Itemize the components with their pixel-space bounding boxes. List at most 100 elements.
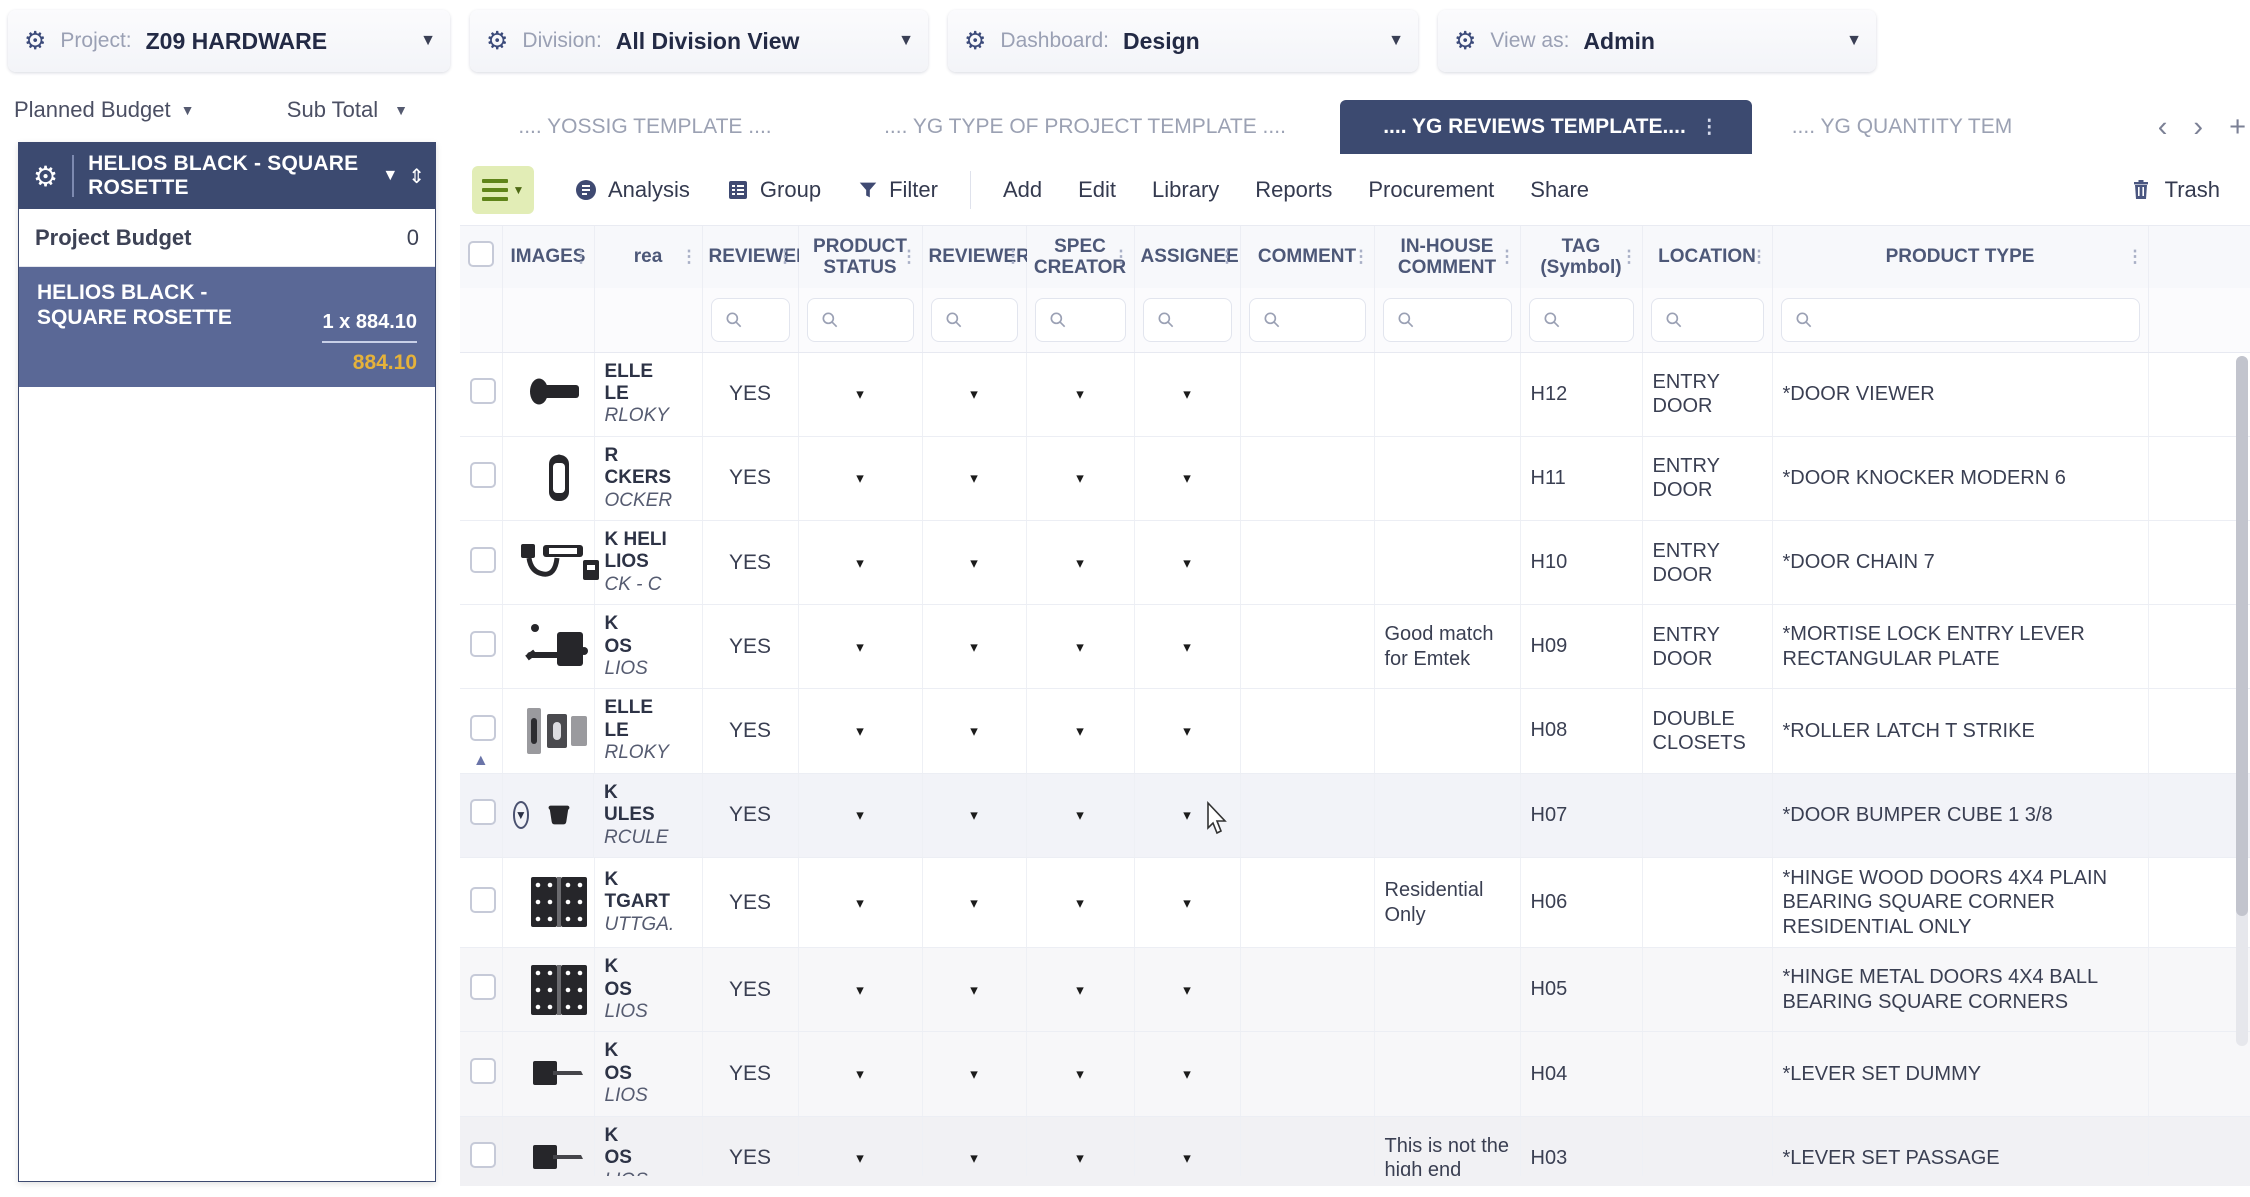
row-reviewed-cell[interactable]: YES [702,1031,799,1117]
row-product-type-cell[interactable]: *HINGE WOOD DOORS 4X4 PLAIN BEARING SQUA… [1772,857,2149,949]
tab-yossig-template[interactable]: .... YOSSIG TEMPLATE .... [460,100,830,154]
view-as-selector[interactable]: ⚙ View as: Admin ▼ [1438,10,1876,72]
row-comment-cell[interactable] [1240,857,1375,949]
row-product-status-dropdown[interactable]: ▾ [798,857,923,949]
chevron-down-icon[interactable]: ▼ [876,32,914,50]
search-input-location[interactable] [1650,297,1764,342]
column-header-reviewer[interactable]: REVIEWER ⋮ [922,226,1030,288]
row-image-cell[interactable] [502,352,595,437]
row-reviewer-dropdown[interactable]: ▾ [922,604,1027,690]
column-header-assignee[interactable]: ASSIGNEE ⋮ [1134,226,1241,288]
row-product-status-dropdown[interactable]: ▾ [798,1031,923,1117]
column-header-spec-creator[interactable]: SPEC CREATOR ⋮ [1026,226,1135,288]
row-spec-creator-dropdown[interactable]: ▾ [1026,436,1135,521]
row-assignee-dropdown[interactable]: ▾ [1134,604,1241,690]
table-row[interactable]: K OS LIOS YES ▾ ▾ ▾ ▾ H04 *LEVER SET DUMMY [460,1031,2250,1117]
row-tag-cell[interactable]: H08 [1520,688,1643,774]
tab-next-icon[interactable]: › [2193,111,2203,144]
tab-kebab-menu-icon[interactable]: ⋮ [1700,116,1719,139]
filter-cell-location[interactable] [1642,288,1773,353]
trash-button[interactable]: Trash [2129,177,2250,203]
filter-cell-reviewer[interactable] [922,288,1027,353]
column-header-location[interactable]: LOCATION ⋮ [1642,226,1773,288]
row-area-cell[interactable]: KOSLIOS [594,604,703,690]
row-product-status-dropdown[interactable]: ▾ [798,520,923,606]
row-product-status-dropdown[interactable]: ▾ [798,352,923,437]
row-tag-cell[interactable]: H11 [1520,436,1643,521]
row-image-cell[interactable] [502,604,595,690]
row-product-status-dropdown[interactable]: ▾ [798,436,923,521]
row-checkbox[interactable] [470,462,496,489]
search-input-tag[interactable] [1528,297,1634,342]
horizontal-scrollbar[interactable] [460,1176,2250,1186]
row-image-cell[interactable]: ▼ [502,773,594,858]
column-menu-icon[interactable]: ⋮ [777,248,794,265]
row-select-cell[interactable] [460,947,503,1033]
row-comment-cell[interactable] [1240,947,1375,1033]
row-in-house-comment-cell[interactable] [1374,688,1521,774]
row-assignee-dropdown[interactable]: ▾ [1134,688,1241,774]
row-select-cell[interactable] [460,352,503,437]
column-menu-icon[interactable]: ⋮ [573,248,590,265]
row-area-cell[interactable]: KOSLIOS [594,947,703,1033]
column-header-reviewed[interactable]: REVIEWED ⋮ [702,226,810,288]
dashboard-selector[interactable]: ⚙ Dashboard: Design ▼ [948,10,1418,72]
row-spec-creator-dropdown[interactable]: ▾ [1026,1031,1135,1117]
table-row[interactable]: ELLE LE RLOKY YES ▾ ▾ ▾ ▾ H08 DOUBLE CLOSETS *ROLL… [460,688,2250,774]
column-header-product-type[interactable]: PRODUCT TYPE ⋮ [1772,226,2149,288]
column-header-overflow[interactable] [2148,226,2250,288]
row-location-cell[interactable]: DOUBLE CLOSETS [1642,688,1773,774]
row-assignee-dropdown[interactable]: ▾ [1134,1031,1241,1117]
row-in-house-comment-cell[interactable] [1374,520,1521,606]
row-reviewer-dropdown[interactable]: ▾ [922,352,1027,437]
row-reviewer-dropdown[interactable]: ▾ [922,520,1027,606]
row-spec-creator-dropdown[interactable]: ▾ [1026,773,1135,859]
row-location-cell[interactable] [1642,773,1773,859]
row-tag-cell[interactable]: H07 [1520,773,1643,859]
budget-line-item[interactable]: HELIOS BLACK - SQUARE ROSETTE 1 x 884.10… [19,267,435,387]
row-reviewer-dropdown[interactable]: ▾ [922,947,1027,1033]
row-reviewed-cell[interactable]: YES [702,688,799,774]
chevron-down-icon[interactable]: ▼ [1366,32,1404,50]
planned-budget-label[interactable]: Planned Budget [14,97,171,123]
row-assignee-dropdown[interactable]: ▾ [1134,857,1241,949]
row-location-cell[interactable]: ENTRY DOOR [1642,436,1773,521]
add-button[interactable]: Add [985,166,1060,214]
gear-icon[interactable]: ⚙ [33,160,58,193]
row-product-type-cell[interactable]: *DOOR KNOCKER MODERN 6 [1772,436,2149,521]
row-product-type-cell[interactable]: *DOOR CHAIN 7 [1772,520,2149,606]
table-row[interactable]: K TGART UTTGA. YES ▾ ▾ ▾ ▾ Residential Only H06 *H… [460,857,2250,949]
row-in-house-comment-cell[interactable]: Good match for Emtek [1374,604,1521,690]
project-budget-row[interactable]: Project Budget 0 [19,209,435,267]
row-assignee-dropdown[interactable]: ▾ [1134,947,1241,1033]
scrollbar-thumb[interactable] [2236,356,2248,916]
row-spec-creator-dropdown[interactable]: ▾ [1026,688,1135,774]
row-checkbox[interactable] [470,886,496,913]
row-reviewer-dropdown[interactable]: ▾ [922,773,1027,859]
row-product-status-dropdown[interactable]: ▾ [798,773,923,859]
expand-icon[interactable]: ⇕ [408,164,435,189]
column-menu-icon[interactable]: ⋮ [1353,248,1370,265]
column-menu-icon[interactable]: ⋮ [1499,248,1516,265]
reports-button[interactable]: Reports [1237,166,1350,214]
row-tag-cell[interactable]: H06 [1520,857,1643,949]
table-row[interactable]: K OS LIOS YES ▾ ▾ ▾ ▾ H05 *HINGE METAL DOORS 4X4 … [460,947,2250,1033]
search-input-reviewed[interactable] [710,297,790,342]
search-input-spec-creator[interactable] [1034,297,1126,342]
row-location-cell[interactable]: ENTRY DOOR [1642,352,1773,437]
row-in-house-comment-cell[interactable] [1374,947,1521,1033]
row-assignee-dropdown[interactable]: ▾ [1134,436,1241,521]
column-menu-icon[interactable]: ⋮ [901,248,918,265]
row-checkbox[interactable] [470,973,496,1000]
row-product-status-dropdown[interactable]: ▾ [798,604,923,690]
row-select-cell[interactable] [460,857,503,949]
table-row[interactable]: K OS LIOS YES ▾ ▾ ▾ ▾ Good match for Emtek H09 ENT… [460,604,2250,690]
procurement-button[interactable]: Procurement [1350,166,1512,214]
row-comment-cell[interactable] [1240,1031,1375,1117]
row-area-cell[interactable]: R CKERS OCKER [594,436,703,521]
table-row[interactable]: R CKERS OCKER YES ▾ ▾ ▾ ▾ H11 ENTRY DOOR *DOOR KNO… [460,436,2250,521]
row-spec-creator-dropdown[interactable]: ▾ [1026,352,1135,437]
row-location-cell[interactable] [1642,1031,1773,1117]
library-button[interactable]: Library [1134,166,1237,214]
row-spec-creator-dropdown[interactable]: ▾ [1026,604,1135,690]
